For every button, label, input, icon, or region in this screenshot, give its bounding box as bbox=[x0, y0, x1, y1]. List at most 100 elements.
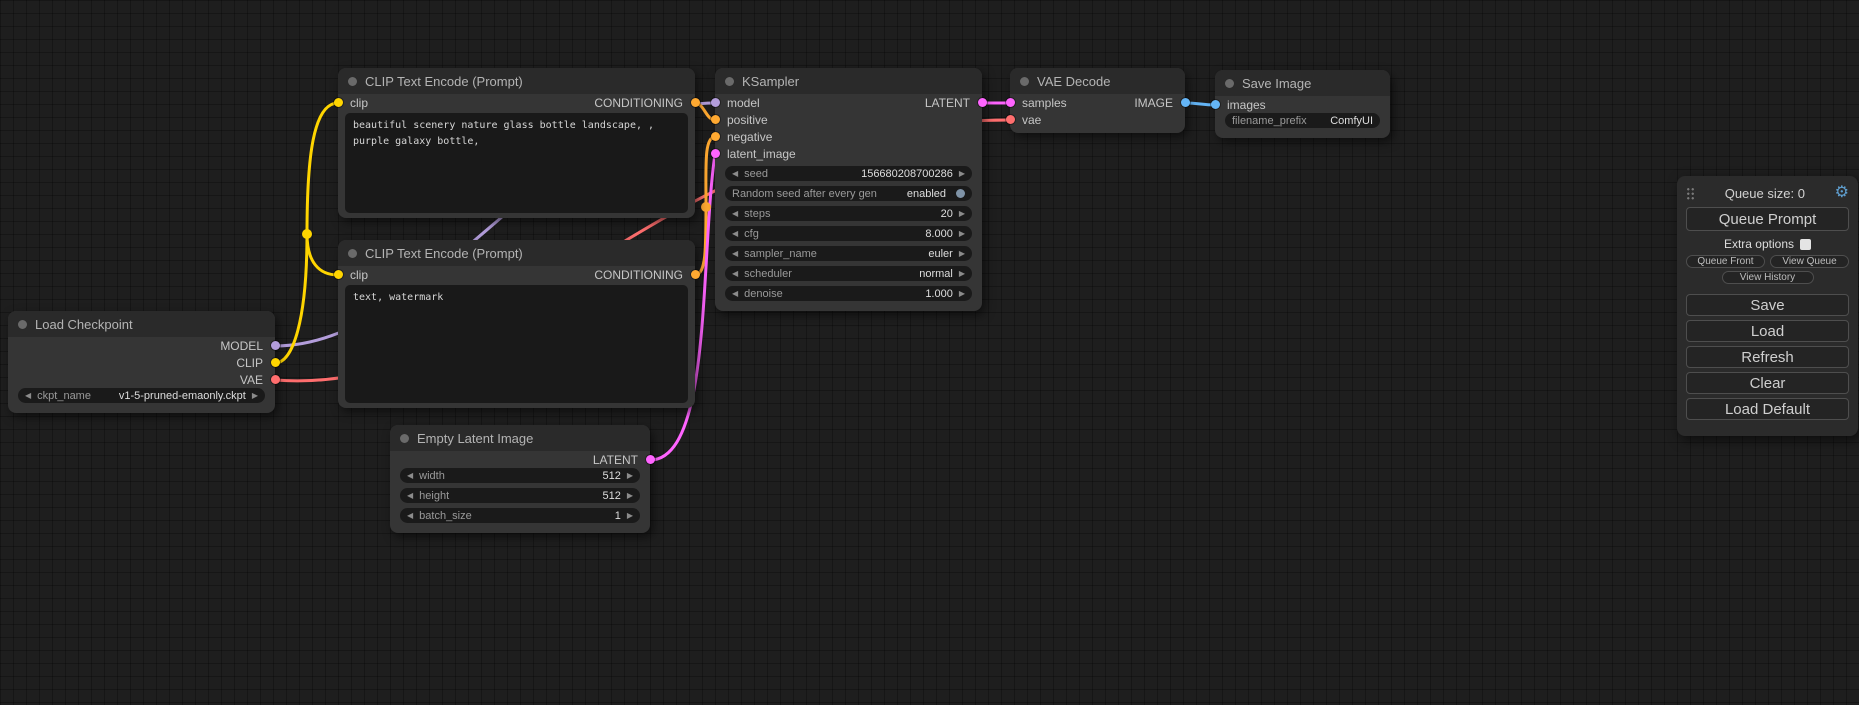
increment-arrow-icon[interactable]: ▶ bbox=[627, 512, 633, 520]
increment-arrow-icon[interactable]: ▶ bbox=[959, 270, 965, 278]
collapse-dot[interactable] bbox=[400, 434, 409, 443]
save-button[interactable]: Save bbox=[1686, 294, 1849, 316]
output-socket-image[interactable] bbox=[1181, 98, 1190, 107]
decrement-arrow-icon[interactable]: ◀ bbox=[732, 270, 738, 278]
decrement-arrow-icon[interactable]: ◀ bbox=[25, 392, 31, 400]
widget-cfg[interactable]: ◀ cfg 8.000 ▶ bbox=[725, 226, 972, 241]
widget-value: enabled bbox=[907, 188, 946, 200]
output-socket-vae[interactable] bbox=[271, 375, 280, 384]
refresh-button[interactable]: Refresh bbox=[1686, 346, 1849, 368]
extra-options-checkbox[interactable] bbox=[1800, 239, 1811, 250]
decrement-arrow-icon[interactable]: ◀ bbox=[732, 170, 738, 178]
widget-height[interactable]: ◀ height 512 ▶ bbox=[400, 488, 640, 503]
node-load-checkpoint[interactable]: Load Checkpoint MODEL CLIP VAE ◀ ckpt_na… bbox=[8, 311, 275, 413]
node-title: CLIP Text Encode (Prompt) bbox=[365, 246, 523, 261]
node-title-bar[interactable]: Load Checkpoint bbox=[8, 311, 275, 337]
node-empty-latent-image[interactable]: Empty Latent Image LATENT ◀ width 512 ▶ … bbox=[390, 425, 650, 533]
widget-width[interactable]: ◀ width 512 ▶ bbox=[400, 468, 640, 483]
node-title-bar[interactable]: Save Image bbox=[1215, 70, 1390, 96]
input-socket-clip[interactable] bbox=[334, 98, 343, 107]
queue-prompt-button[interactable]: Queue Prompt bbox=[1686, 207, 1849, 231]
node-title: Empty Latent Image bbox=[417, 431, 533, 446]
output-socket-conditioning[interactable] bbox=[691, 98, 700, 107]
output-socket-clip[interactable] bbox=[271, 358, 280, 367]
load-button[interactable]: Load bbox=[1686, 320, 1849, 342]
widget-value: ComfyUI bbox=[1330, 115, 1373, 127]
conditioning-wire-junction-dot[interactable] bbox=[701, 202, 711, 212]
output-socket-conditioning[interactable] bbox=[691, 270, 700, 279]
decrement-arrow-icon[interactable]: ◀ bbox=[732, 250, 738, 258]
node-title-bar[interactable]: KSampler bbox=[715, 68, 982, 94]
node-ksampler[interactable]: KSampler model LATENT positive negative … bbox=[715, 68, 982, 311]
load-default-button[interactable]: Load Default bbox=[1686, 398, 1849, 420]
prompt-textarea[interactable]: text, watermark bbox=[345, 285, 688, 403]
output-socket-latent[interactable] bbox=[978, 98, 987, 107]
collapse-dot[interactable] bbox=[18, 320, 27, 329]
collapse-dot[interactable] bbox=[348, 77, 357, 86]
input-socket-images[interactable] bbox=[1211, 100, 1220, 109]
decrement-arrow-icon[interactable]: ◀ bbox=[732, 230, 738, 238]
node-vae-decode[interactable]: VAE Decode samples IMAGE vae bbox=[1010, 68, 1185, 133]
widget-random-seed-toggle[interactable]: Random seed after every gen enabled bbox=[725, 186, 972, 201]
output-socket-latent[interactable] bbox=[646, 455, 655, 464]
clear-button[interactable]: Clear bbox=[1686, 372, 1849, 394]
menu-header: Queue size: 0 ⚙ bbox=[1686, 183, 1849, 203]
decrement-arrow-icon[interactable]: ◀ bbox=[407, 512, 413, 520]
increment-arrow-icon[interactable]: ▶ bbox=[627, 472, 633, 480]
node-save-image[interactable]: Save Image images filename_prefix ComfyU… bbox=[1215, 70, 1390, 138]
widget-seed[interactable]: ◀ seed 156680208700286 ▶ bbox=[725, 166, 972, 181]
node-title-bar[interactable]: Empty Latent Image bbox=[390, 425, 650, 451]
output-slot-latent: LATENT bbox=[390, 451, 650, 468]
widget-ckpt-name[interactable]: ◀ ckpt_name v1-5-pruned-emaonly.ckpt ▶ bbox=[18, 388, 265, 403]
node-title-bar[interactable]: CLIP Text Encode (Prompt) bbox=[338, 68, 695, 94]
widget-filename-prefix[interactable]: filename_prefix ComfyUI bbox=[1225, 113, 1380, 128]
widget-label: filename_prefix bbox=[1232, 115, 1307, 127]
decrement-arrow-icon[interactable]: ◀ bbox=[732, 210, 738, 218]
increment-arrow-icon[interactable]: ▶ bbox=[959, 230, 965, 238]
widget-scheduler[interactable]: ◀ scheduler normal ▶ bbox=[725, 266, 972, 281]
collapse-dot[interactable] bbox=[348, 249, 357, 258]
node-clip-text-encode-negative[interactable]: CLIP Text Encode (Prompt) clip CONDITION… bbox=[338, 240, 695, 408]
widget-steps[interactable]: ◀ steps 20 ▶ bbox=[725, 206, 972, 221]
view-history-button[interactable]: View History bbox=[1722, 271, 1814, 284]
widget-label: seed bbox=[744, 168, 768, 180]
widget-sampler-name[interactable]: ◀ sampler_name euler ▶ bbox=[725, 246, 972, 261]
input-socket-positive[interactable] bbox=[711, 115, 720, 124]
increment-arrow-icon[interactable]: ▶ bbox=[959, 290, 965, 298]
decrement-arrow-icon[interactable]: ◀ bbox=[407, 492, 413, 500]
decrement-arrow-icon[interactable]: ◀ bbox=[407, 472, 413, 480]
collapse-dot[interactable] bbox=[725, 77, 734, 86]
collapse-dot[interactable] bbox=[1225, 79, 1234, 88]
decrement-arrow-icon[interactable]: ◀ bbox=[732, 290, 738, 298]
input-socket-samples[interactable] bbox=[1006, 98, 1015, 107]
increment-arrow-icon[interactable]: ▶ bbox=[959, 210, 965, 218]
output-socket-model[interactable] bbox=[271, 341, 280, 350]
toggle-knob-icon[interactable] bbox=[956, 189, 965, 198]
input-label-positive: positive bbox=[727, 113, 768, 127]
increment-arrow-icon[interactable]: ▶ bbox=[959, 170, 965, 178]
increment-arrow-icon[interactable]: ▶ bbox=[252, 392, 258, 400]
node-canvas[interactable]: Load Checkpoint MODEL CLIP VAE ◀ ckpt_na… bbox=[0, 0, 1859, 705]
settings-gear-icon[interactable]: ⚙ bbox=[1835, 185, 1849, 201]
view-queue-button[interactable]: View Queue bbox=[1770, 255, 1849, 268]
node-clip-text-encode-positive[interactable]: CLIP Text Encode (Prompt) clip CONDITION… bbox=[338, 68, 695, 218]
node-title-bar[interactable]: VAE Decode bbox=[1010, 68, 1185, 94]
increment-arrow-icon[interactable]: ▶ bbox=[627, 492, 633, 500]
widget-batch-size[interactable]: ◀ batch_size 1 ▶ bbox=[400, 508, 640, 523]
collapse-dot[interactable] bbox=[1020, 77, 1029, 86]
node-title: VAE Decode bbox=[1037, 74, 1110, 89]
prompt-textarea[interactable]: beautiful scenery nature glass bottle la… bbox=[345, 113, 688, 213]
drag-handle-icon[interactable] bbox=[1686, 187, 1695, 200]
widget-denoise[interactable]: ◀ denoise 1.000 ▶ bbox=[725, 286, 972, 301]
input-socket-clip[interactable] bbox=[334, 270, 343, 279]
increment-arrow-icon[interactable]: ▶ bbox=[959, 250, 965, 258]
input-socket-vae[interactable] bbox=[1006, 115, 1015, 124]
widget-label: width bbox=[419, 470, 445, 482]
node-title-bar[interactable]: CLIP Text Encode (Prompt) bbox=[338, 240, 695, 266]
queue-front-button[interactable]: Queue Front bbox=[1686, 255, 1765, 268]
input-socket-latent-image[interactable] bbox=[711, 149, 720, 158]
input-socket-model[interactable] bbox=[711, 98, 720, 107]
slot-row-clip-conditioning: clip CONDITIONING bbox=[338, 266, 695, 283]
clip-wire-junction-dot[interactable] bbox=[302, 229, 312, 239]
input-socket-negative[interactable] bbox=[711, 132, 720, 141]
